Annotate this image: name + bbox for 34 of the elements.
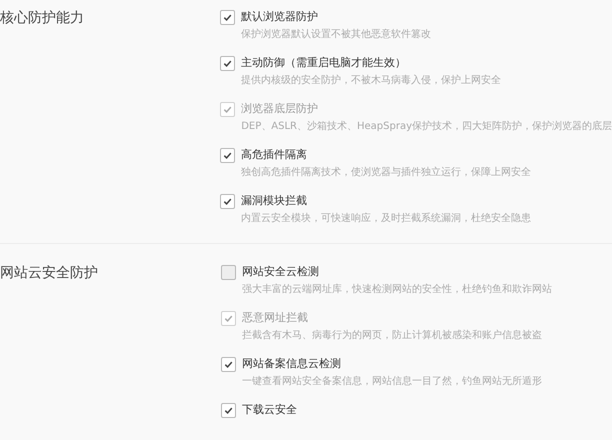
option-description: 内置云安全模块，可快速响应，及时拦截系统漏洞，杜绝安全隐患 xyxy=(241,212,532,225)
checkmark-icon xyxy=(223,404,234,416)
checkbox[interactable] xyxy=(220,10,236,24)
checkmark-icon xyxy=(223,312,234,324)
option-description: DEP、ASLR、沙箱技术、HeapSpray保护技术，四大矩阵防护，保护浏览器的底层 xyxy=(241,120,612,133)
section-title: 网站云安全防护 xyxy=(0,264,99,283)
option-description: 提供内核级的安全防护，不被木马病毒入侵，保护上网安全 xyxy=(241,74,502,87)
option-label: 恶意网址拦截 xyxy=(242,310,308,326)
option-description: 一键查看网站安全备案信息，网站信息一目了然，钓鱼网站无所遁形 xyxy=(242,375,543,388)
checkmark-icon xyxy=(222,12,234,22)
option-description: 保护浏览器默认设置不被其他恶意软件篡改 xyxy=(241,28,432,41)
checkbox[interactable] xyxy=(220,148,236,162)
checkbox[interactable] xyxy=(220,56,236,70)
option-label: 高危插件隔离 xyxy=(241,147,308,163)
checkmark-icon xyxy=(222,58,234,68)
checkbox[interactable] xyxy=(221,356,236,372)
checkmark-icon xyxy=(222,150,234,160)
option-label: 网站安全云检测 xyxy=(242,264,319,280)
checkmark-icon xyxy=(223,358,234,370)
option-description: 独创高危插件隔离技术，使浏览器与插件独立运行，保障上网安全 xyxy=(241,166,532,179)
option-label: 漏洞模块拦截 xyxy=(241,193,308,209)
option-description: 拦截含有木马、病毒行为的网页，防止计算机被感染和账户信息被盗 xyxy=(242,329,543,342)
option-description: 强大丰富的云端网址库，快速检测网站的安全性，杜绝钓鱼和欺诈网站 xyxy=(242,283,552,296)
option-label: 下载云安全 xyxy=(242,402,297,418)
section-title: 核心防护能力 xyxy=(0,9,85,28)
checkmark-icon xyxy=(222,104,234,114)
option-label: 默认浏览器防护 xyxy=(241,9,318,25)
checkbox[interactable] xyxy=(221,402,236,418)
option-label: 主动防御（需重启电脑才能生效） xyxy=(241,55,406,71)
option-label: 浏览器底层防护 xyxy=(241,101,318,117)
checkmark-icon xyxy=(222,196,234,206)
checkbox[interactable] xyxy=(221,264,236,280)
option-label: 网站备案信息云检测 xyxy=(242,356,341,372)
checkbox[interactable] xyxy=(220,194,236,208)
